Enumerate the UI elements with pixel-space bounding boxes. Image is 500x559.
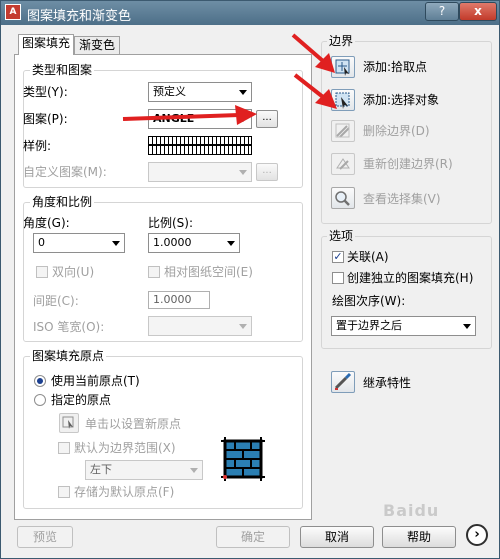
scale-dropdown[interactable]: 1.0000 (148, 233, 240, 253)
iso-pen-width-dropdown[interactable] (148, 316, 252, 336)
tab-hatch[interactable]: 图案填充 (18, 34, 74, 55)
angle-value: 0 (38, 236, 45, 249)
tab-gradient[interactable]: 渐变色 (74, 36, 120, 55)
chevron-down-icon (239, 324, 247, 329)
separate-hatches-label: 创建独立的图案填充(H) (347, 271, 474, 285)
iso-pen-width-label: ISO 笔宽(O): (33, 320, 105, 334)
use-current-origin-radio[interactable] (34, 375, 46, 387)
draw-order-dropdown[interactable]: 置于边界之后 (331, 316, 476, 336)
title-bar: A 图案填充和渐变色 ? x (1, 1, 499, 25)
window-title: 图案填充和渐变色 (27, 9, 132, 24)
annotation-arrow-icon (291, 33, 335, 73)
chevron-down-icon (112, 241, 120, 246)
watermark: Baidu (383, 501, 440, 520)
specified-origin-label: 指定的原点 (51, 393, 112, 407)
hatch-origin-label: 图案填充原点 (30, 349, 107, 363)
hatch-preview-icon (221, 437, 265, 481)
app-icon: A (5, 4, 21, 20)
spacing-label: 间距(C): (33, 294, 79, 308)
annotation-arrow-icon (293, 73, 337, 109)
use-current-origin-label: 使用当前原点(T) (51, 374, 140, 388)
draw-order-label: 绘图次序(W): (332, 294, 406, 308)
separate-hatches-checkbox[interactable] (332, 272, 344, 284)
double-label: 双向(U) (52, 265, 95, 279)
custom-browse-button[interactable]: ... (256, 163, 278, 181)
remove-boundary-icon (335, 123, 350, 138)
inherit-properties-button[interactable] (331, 371, 355, 393)
options-label: 选项 (327, 229, 356, 243)
default-boundary-label: 默认为边界范围(X) (74, 441, 176, 455)
scale-label: 比例(S): (148, 216, 194, 230)
help-button[interactable]: 帮助 (382, 526, 456, 548)
view-selection-icon (335, 191, 350, 206)
click-set-origin-label: 单击以设置新原点 (85, 417, 182, 431)
recreate-boundary-icon (336, 158, 350, 170)
associative-label: 关联(A) (347, 250, 389, 264)
angle-scale-label: 角度和比例 (30, 195, 95, 209)
hatch-dialog: A 图案填充和渐变色 ? x 图案填充 渐变色 类型和图案 类型(Y): 预定义… (0, 0, 500, 559)
scale-value: 1.0000 (153, 236, 192, 249)
remove-boundary-button[interactable] (331, 120, 355, 142)
store-default-origin-checkbox[interactable] (58, 486, 70, 498)
recreate-boundary-button[interactable] (331, 153, 355, 175)
relative-paper-label: 相对图纸空间(E) (164, 265, 253, 279)
view-selection-button[interactable] (331, 187, 355, 209)
chevron-down-icon (227, 241, 235, 246)
store-default-origin-label: 存储为默认原点(F) (74, 485, 175, 499)
set-origin-button[interactable] (59, 413, 79, 433)
inherit-properties-label[interactable]: 继承特性 (363, 375, 411, 391)
view-selection-label[interactable]: 查看选择集(V) (363, 191, 441, 207)
add-select-objects-label[interactable]: 添加:选择对象 (363, 92, 439, 108)
specified-origin-radio[interactable] (34, 394, 46, 406)
pattern-label: 图案(P): (23, 112, 68, 126)
sample-label: 样例: (23, 139, 52, 153)
preview-button[interactable]: 预览 (17, 526, 73, 548)
chevron-down-icon (239, 170, 247, 175)
chevron-down-icon (239, 90, 247, 95)
default-boundary-checkbox[interactable] (58, 442, 70, 454)
set-origin-icon (62, 416, 74, 429)
angle-label: 角度(G): (23, 216, 70, 230)
pattern-sample[interactable] (148, 136, 252, 155)
spacing-input[interactable]: 1.0000 (148, 291, 210, 309)
custom-pattern-dropdown[interactable] (148, 162, 252, 182)
draw-order-value: 置于边界之后 (336, 319, 402, 332)
close-button[interactable]: x (459, 2, 497, 21)
annotation-arrow-icon (122, 105, 257, 125)
remove-boundary-label[interactable]: 删除边界(D) (363, 123, 430, 139)
double-checkbox[interactable] (36, 266, 48, 278)
angle-dropdown[interactable]: 0 (33, 233, 125, 253)
associative-checkbox[interactable]: ✓ (332, 251, 344, 263)
add-pick-points-label[interactable]: 添加:拾取点 (363, 59, 427, 75)
origin-position-dropdown[interactable]: 左下 (85, 460, 203, 480)
type-label: 类型(Y): (23, 85, 68, 99)
custom-pattern-label: 自定义图案(M): (23, 165, 107, 179)
relative-paper-checkbox[interactable] (148, 266, 160, 278)
expand-icon[interactable]: › (466, 524, 488, 546)
inherit-properties-icon (334, 372, 352, 390)
type-pattern-label: 类型和图案 (30, 63, 95, 77)
ok-button[interactable]: 确定 (216, 526, 290, 548)
cancel-button[interactable]: 取消 (300, 526, 374, 548)
recreate-boundary-label[interactable]: 重新创建边界(R) (363, 156, 453, 172)
help-title-button[interactable]: ? (425, 2, 459, 21)
chevron-down-icon (190, 468, 198, 473)
chevron-down-icon (463, 324, 471, 329)
origin-position-value: 左下 (90, 463, 112, 476)
